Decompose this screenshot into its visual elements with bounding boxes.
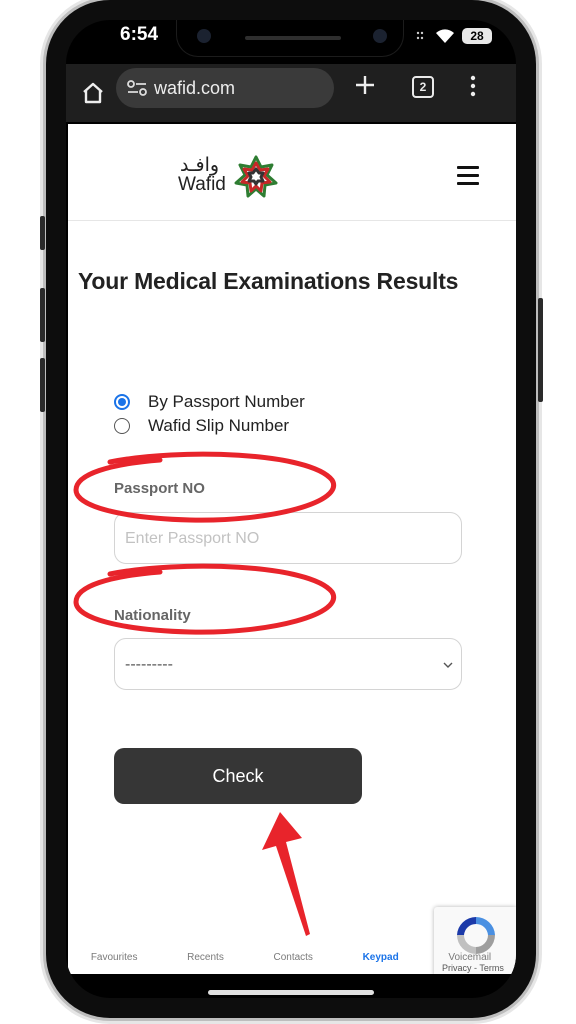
earpiece-speaker	[245, 36, 341, 40]
power-button	[538, 298, 543, 402]
nationality-label: Nationality	[114, 607, 191, 624]
signal-dots-icon	[416, 31, 424, 40]
mute-switch	[40, 216, 45, 250]
dock-favourites[interactable]: Favourites	[91, 952, 138, 974]
status-icons: 28	[416, 28, 492, 44]
battery-icon: 28	[462, 28, 492, 44]
status-time: 6:54	[120, 24, 159, 45]
sensor-icon	[373, 29, 387, 43]
wafid-logo[interactable]: وافـد Wafid	[176, 154, 286, 200]
browser-toolbar: wafid.com 2	[66, 64, 516, 122]
radio-wafid-slip[interactable]	[114, 418, 130, 434]
option-label: Wafid Slip Number	[148, 416, 290, 435]
check-button[interactable]: Check	[114, 748, 362, 804]
option-by-passport[interactable]: By Passport Number	[114, 392, 305, 412]
dynamic-island	[176, 20, 404, 57]
passport-placeholder: Enter Passport NO	[125, 530, 260, 547]
phone-screen: 6:54 28 wafid.com 2 وافـد Wafid Your Med…	[66, 20, 516, 998]
page-title: Your Medical Examinations Results	[78, 268, 459, 294]
logo-english-text: Wafid	[178, 174, 226, 195]
wifi-icon	[436, 28, 454, 43]
passport-label: Passport NO	[114, 480, 205, 497]
chevron-down-icon	[443, 662, 453, 668]
dock-keypad[interactable]: Keypad	[363, 952, 399, 974]
site-settings-icon[interactable]	[126, 78, 148, 98]
web-page: وافـد Wafid Your Medical Examinations Re…	[68, 124, 516, 974]
dock-recents[interactable]: Recents	[187, 952, 224, 974]
home-indicator[interactable]	[208, 990, 374, 995]
more-menu-icon[interactable]	[468, 74, 478, 98]
passport-input[interactable]: Enter Passport NO	[114, 512, 462, 564]
wafid-star-icon	[234, 155, 278, 198]
annotation-arrow	[262, 812, 310, 936]
status-bar: 6:54 28	[66, 20, 516, 64]
front-camera-icon	[197, 29, 211, 43]
radio-by-passport[interactable]	[114, 394, 130, 410]
volume-down-button	[40, 358, 45, 412]
url-text: wafid.com	[154, 78, 236, 98]
address-bar[interactable]: wafid.com	[116, 68, 334, 108]
site-header: وافـد Wafid	[68, 124, 516, 221]
logo-arabic-text: وافـد	[180, 154, 220, 176]
nationality-select[interactable]: ---------	[114, 638, 462, 690]
hamburger-menu-icon[interactable]	[457, 166, 479, 185]
new-tab-icon[interactable]	[350, 70, 380, 100]
tab-switcher-button[interactable]: 2	[412, 76, 434, 98]
home-icon[interactable]	[74, 74, 112, 112]
dock-voicemail[interactable]: Voicemail	[448, 952, 491, 974]
option-label: By Passport Number	[148, 392, 305, 411]
option-wafid-slip[interactable]: Wafid Slip Number	[114, 416, 289, 436]
dock-contacts[interactable]: Contacts	[273, 952, 312, 974]
nationality-value: ---------	[125, 656, 173, 673]
volume-up-button	[40, 288, 45, 342]
bottom-dock: Favourites Recents Contacts Keypad Voice…	[66, 952, 516, 974]
annotation-circle-nationality	[73, 563, 337, 635]
